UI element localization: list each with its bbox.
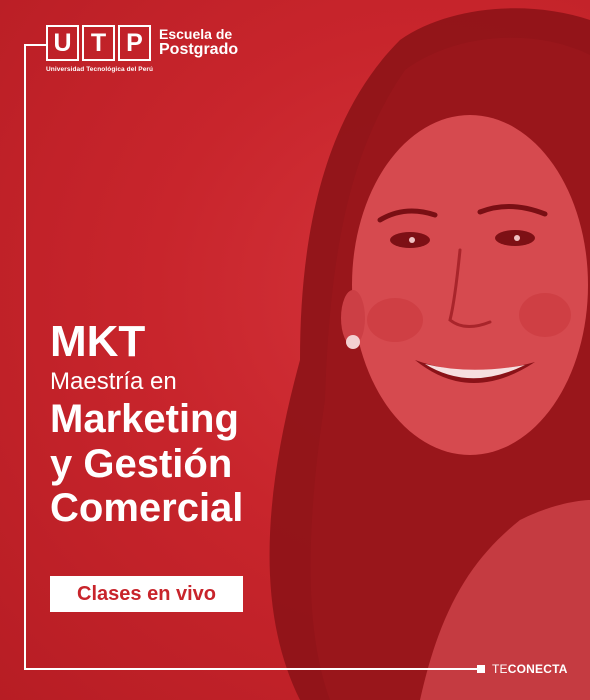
brand-prefix: TE <box>492 662 508 676</box>
program-title-line3: Comercial <box>50 486 244 531</box>
teconecta-brand: TECONECTA <box>492 662 568 676</box>
utp-logo: U T P Universidad Tecnológica del Perú <box>46 25 153 73</box>
school-name: Escuela de Postgrado <box>159 27 238 58</box>
frame-left-line <box>24 44 26 670</box>
school-name-line1: Escuela de <box>159 26 233 42</box>
live-classes-badge: Clases en vivo <box>50 576 243 612</box>
logo-letter-u: U <box>46 25 79 61</box>
frame-top-line <box>24 44 46 46</box>
logo-letter-p: P <box>118 25 151 61</box>
school-name-line2: Postgrado <box>159 40 239 58</box>
frame-bottom-line <box>24 668 480 670</box>
program-subtitle: Maestría en <box>50 368 177 395</box>
program-code: MKT <box>50 317 146 366</box>
promo-poster: U T P Universidad Tecnológica del Perú E… <box>0 0 590 700</box>
frame-end-dot <box>477 665 485 673</box>
brand-suffix: CONECTA <box>507 662 568 676</box>
program-headline: MKT Maestría en Marketing y Gestión Come… <box>50 320 243 531</box>
logo-tagline: Universidad Tecnológica del Perú <box>46 66 154 73</box>
face <box>352 115 588 455</box>
logo-letter-t: T <box>82 25 115 61</box>
program-title-line2: y Gestión <box>50 441 233 486</box>
program-title-line1: Marketing <box>50 396 239 441</box>
earring <box>346 335 360 349</box>
